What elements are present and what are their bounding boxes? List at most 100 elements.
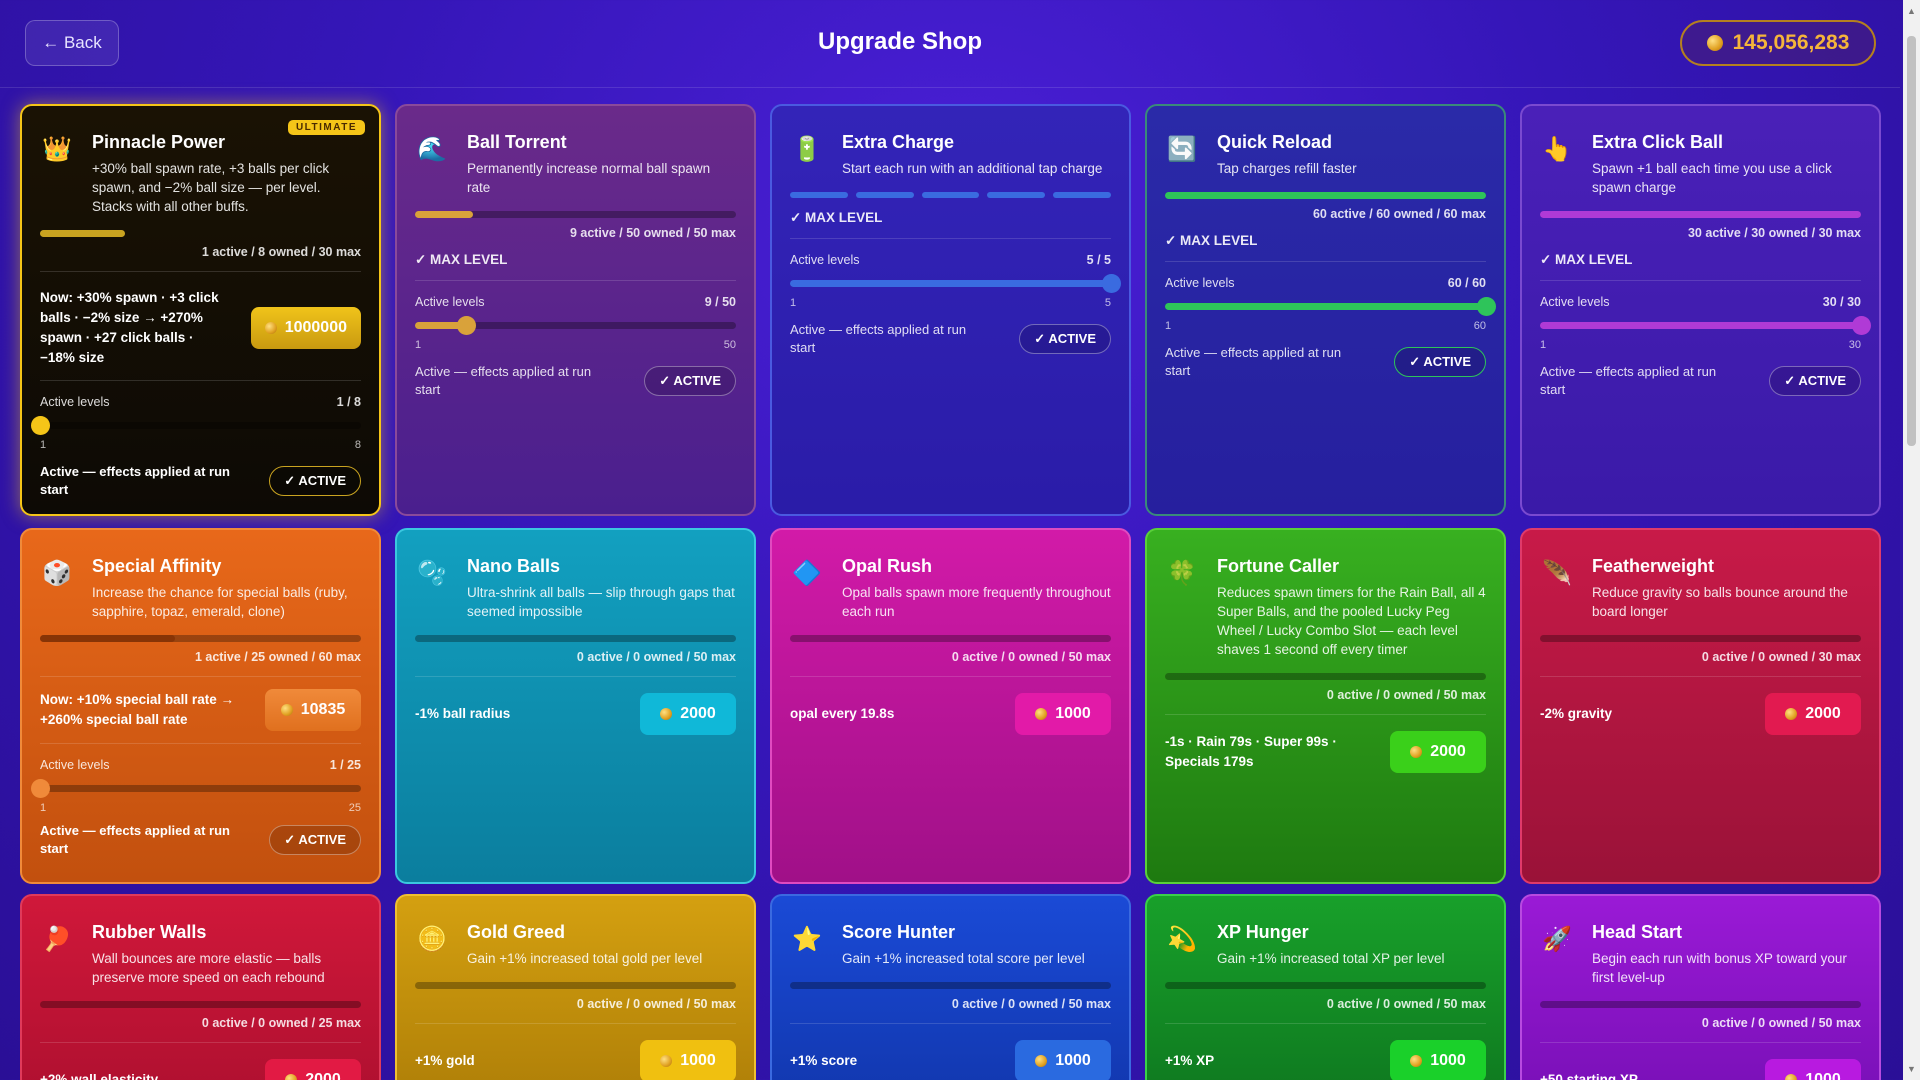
level-progress-bar xyxy=(40,1001,361,1008)
slider-thumb[interactable] xyxy=(31,416,50,435)
buy-button[interactable]: 1000 xyxy=(1390,1040,1486,1080)
upgrade-name: XP Hunger xyxy=(1217,922,1309,942)
active-status-text: Active — effects applied at run start xyxy=(1540,364,1717,397)
pointer-hand-icon: 👆 xyxy=(1542,136,1572,163)
active-toggle-button[interactable]: ✓ ACTIVE xyxy=(269,466,361,496)
active-toggle-button[interactable]: ✓ ACTIVE xyxy=(1769,366,1861,396)
buy-button[interactable]: 1000000 xyxy=(250,307,361,349)
coin-icon xyxy=(1410,1055,1423,1067)
dice-icon: 🎲 xyxy=(42,560,72,587)
upgrade-name: Gold Greed xyxy=(467,922,566,942)
buy-button[interactable]: 2000 xyxy=(265,1059,361,1080)
effect-text: -2% gravity xyxy=(1540,706,1613,721)
upgrade-description: Spawn +1 ball each time you use a click … xyxy=(1592,161,1832,195)
scrollbar[interactable]: ▲ ▼ xyxy=(1903,0,1920,1080)
upgrade-name: Quick Reload xyxy=(1217,132,1333,152)
scroll-thumb[interactable] xyxy=(1907,36,1916,446)
active-toggle-button[interactable]: ✓ ACTIVE xyxy=(1394,347,1486,377)
effect-text: +2% wall elasticity xyxy=(40,1072,159,1080)
upgrade-description: Ultra-shrink all balls — slip through ga… xyxy=(467,585,735,619)
slider-thumb[interactable] xyxy=(1852,316,1871,335)
level-counts: 0 active / 0 owned / 50 max xyxy=(1701,1016,1861,1030)
rocket-icon: 🚀 xyxy=(1542,926,1572,953)
battery-icon: 🔋 xyxy=(792,136,822,163)
coin-icon xyxy=(264,322,277,334)
upgrade-description: Increase the chance for special balls (r… xyxy=(92,585,348,619)
upgrade-description: +30% ball spawn rate, +3 balls per click… xyxy=(92,161,330,214)
upgrade-card-opal-rush: 🔷 Opal Rush Opal balls spawn more freque… xyxy=(770,528,1131,884)
upgrade-card-nano-balls: 🫧 Nano Balls Ultra-shrink all balls — sl… xyxy=(395,528,756,884)
buy-button[interactable]: 2000 xyxy=(1765,693,1861,735)
coin-icon xyxy=(280,704,293,716)
level-progress-bar xyxy=(1165,673,1486,680)
level-progress-bar xyxy=(1540,635,1861,642)
diamond-icon: 🔷 xyxy=(792,560,822,587)
active-levels-slider[interactable] xyxy=(790,271,1121,295)
buy-button[interactable]: 1000 xyxy=(1765,1059,1861,1080)
active-levels-slider[interactable] xyxy=(31,413,361,437)
slider-thumb[interactable] xyxy=(31,779,50,798)
active-toggle-button[interactable]: ✓ ACTIVE xyxy=(644,366,736,396)
effect-text: +1% gold xyxy=(415,1053,475,1068)
gold-coin-icon: 🪙 xyxy=(417,926,447,953)
level-counts: 60 active / 60 owned / 60 max xyxy=(1312,207,1486,221)
upgrade-card-xp-hunger: 💫 XP Hunger Gain +1% increased total XP … xyxy=(1145,894,1506,1080)
upgrade-card-rubber-walls: 🏓 Rubber Walls Wall bounces are more ela… xyxy=(20,894,381,1080)
active-levels-slider[interactable] xyxy=(415,313,736,337)
upgrade-description: Tap charges refill faster xyxy=(1217,161,1357,176)
scroll-down-arrow-icon[interactable]: ▼ xyxy=(1907,1064,1916,1074)
slider-thumb[interactable] xyxy=(1102,274,1121,293)
max-level-label: ✓ MAX LEVEL xyxy=(790,210,883,225)
buy-button[interactable]: 2000 xyxy=(640,693,736,735)
buy-button[interactable]: 1000 xyxy=(640,1040,736,1080)
upgrade-name: Rubber Walls xyxy=(92,922,207,942)
level-progress-bar xyxy=(790,635,1111,642)
crown-icon: 👑 xyxy=(42,136,72,163)
scroll-up-arrow-icon[interactable]: ▲ xyxy=(1907,6,1916,16)
level-progress-bar xyxy=(1540,1001,1861,1008)
upgrade-description: Opal balls spawn more frequently through… xyxy=(842,585,1111,619)
slider-thumb[interactable] xyxy=(457,316,477,335)
upgrade-name: Head Start xyxy=(1592,922,1683,942)
level-progress-bar xyxy=(790,982,1111,989)
upgrade-card-gold-greed: 🪙 Gold Greed Gain +1% increased total go… xyxy=(395,894,756,1080)
active-levels-slider[interactable] xyxy=(1165,294,1496,318)
star-icon: ⭐ xyxy=(792,926,822,953)
upgrade-description: Reduces spawn timers for the Rain Ball, … xyxy=(1217,585,1486,657)
level-counts: 0 active / 0 owned / 50 max xyxy=(576,650,736,664)
slider-thumb[interactable] xyxy=(1477,297,1496,316)
ultimate-badge: ULTIMATE xyxy=(287,120,365,135)
effect-text: opal every 19.8s xyxy=(790,706,895,721)
active-toggle-button[interactable]: ✓ ACTIVE xyxy=(269,825,361,855)
coin-icon xyxy=(1035,1055,1048,1067)
active-levels-slider[interactable] xyxy=(31,776,361,800)
active-toggle-button[interactable]: ✓ ACTIVE xyxy=(1019,324,1111,354)
upgrade-description: Permanently increase normal ball spawn r… xyxy=(467,161,711,195)
upgrade-name: Ball Torrent xyxy=(467,132,567,152)
level-progress-bar xyxy=(1540,211,1861,218)
max-level-label: ✓ MAX LEVEL xyxy=(415,252,508,267)
level-progress-bar xyxy=(1165,192,1486,199)
buy-button[interactable]: 1000 xyxy=(1015,693,1111,735)
level-counts: 0 active / 0 owned / 50 max xyxy=(1326,688,1486,702)
coin-icon xyxy=(660,708,673,720)
buy-button[interactable]: 10835 xyxy=(265,689,361,731)
upgrade-description: Gain +1% increased total gold per level xyxy=(467,951,703,966)
gold-coin-icon xyxy=(1706,35,1723,51)
active-levels-slider[interactable] xyxy=(1540,313,1871,337)
comet-icon: 💫 xyxy=(1167,926,1197,953)
level-counts: 0 active / 0 owned / 50 max xyxy=(951,650,1111,664)
level-counts: 0 active / 0 owned / 25 max xyxy=(201,1016,361,1030)
active-status-text: Active — effects applied at run start xyxy=(415,364,592,397)
buy-button[interactable]: 1000 xyxy=(1015,1040,1111,1080)
reload-icon: 🔄 xyxy=(1167,136,1197,163)
effect-text: +50 starting XP xyxy=(1540,1072,1638,1080)
upgrade-name: Extra Charge xyxy=(842,132,955,152)
bubbles-icon: 🫧 xyxy=(417,560,447,587)
upgrade-name: Special Affinity xyxy=(92,556,222,576)
level-counts: 9 active / 50 owned / 50 max xyxy=(569,226,736,240)
buy-button[interactable]: 2000 xyxy=(1390,731,1486,773)
upgrade-card-fortune-caller: 🍀 Fortune Caller Reduces spawn timers fo… xyxy=(1145,528,1506,884)
level-progress-bar xyxy=(40,635,361,642)
effect-text: Now: +30% spawn · +3 click balls · −2% s… xyxy=(40,290,219,365)
